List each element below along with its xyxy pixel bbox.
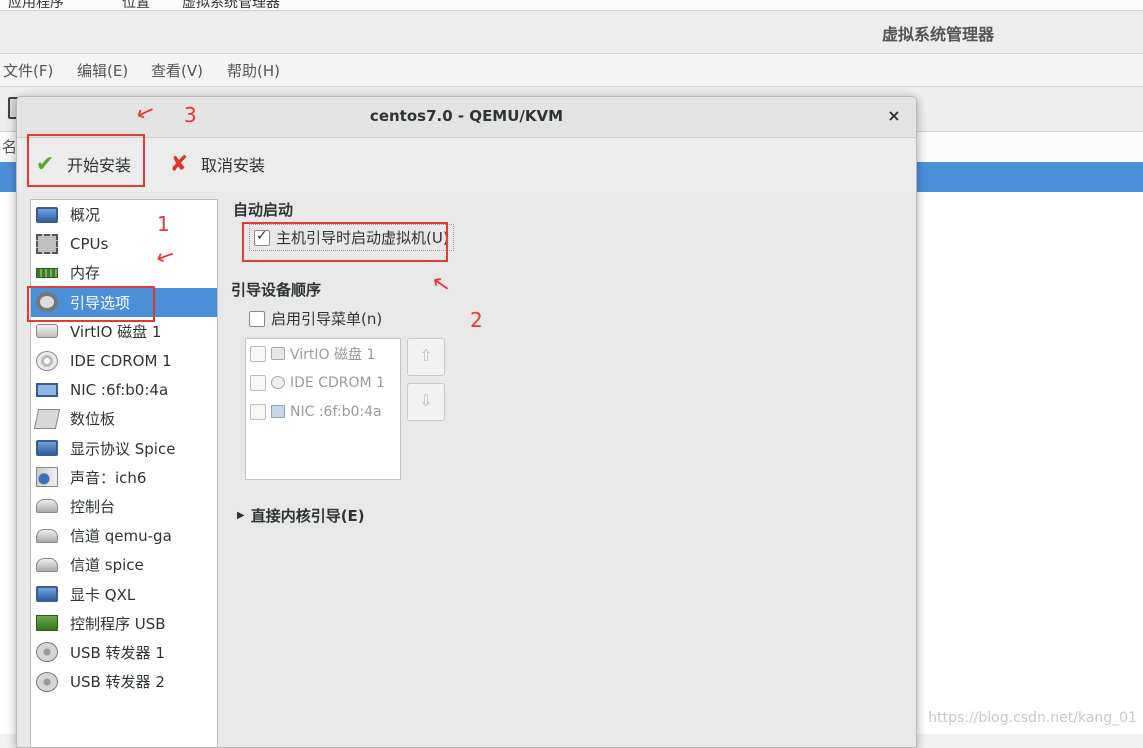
console-icon xyxy=(36,499,58,514)
move-up-button[interactable]: ⇧ xyxy=(407,338,445,376)
close-icon[interactable]: × xyxy=(884,106,904,126)
channel-icon xyxy=(36,528,58,543)
menu-edit[interactable]: 编辑(E) xyxy=(77,60,128,81)
sidebar-item-label: 控制台 xyxy=(70,497,116,516)
sidebar-item-label: 信道 spice xyxy=(70,556,144,575)
direct-kernel-boot-expander[interactable]: ▶ 直接内核引导(E) xyxy=(237,505,365,526)
sidebar-item-label: 概况 xyxy=(70,206,101,225)
annotation-box-start-install xyxy=(27,134,145,187)
cdrom-icon xyxy=(36,350,58,371)
sidebar-item-label: 声音：ich6 xyxy=(70,468,147,487)
boot-options-panel: 自动启动 主机引导时启动虚拟机(U) 引导设备顺序 启用引导菜单(n) Virt… xyxy=(231,199,901,739)
sidebar-item-console[interactable]: 控制台 xyxy=(31,492,217,521)
tablet-icon xyxy=(33,408,61,429)
sidebar-item-ide-cdrom[interactable]: IDE CDROM 1 xyxy=(31,346,217,375)
usb-icon xyxy=(36,642,58,663)
sidebar-item-channel-qemu-ga[interactable]: 信道 qemu-ga xyxy=(31,521,217,550)
sidebar-item-sound[interactable]: 声音：ich6 xyxy=(31,463,217,492)
sidebar-item-label: USB 转发器 1 xyxy=(70,643,165,662)
column-name-header[interactable]: 名 xyxy=(2,136,17,157)
cancel-installation-label: 取消安装 xyxy=(201,156,266,175)
sidebar-item-label: 显卡 QXL xyxy=(70,585,136,604)
memory-icon xyxy=(36,267,58,278)
video-card-icon xyxy=(36,586,58,603)
app-menu[interactable]: 虚拟系统管理器 xyxy=(182,0,280,10)
controller-icon xyxy=(36,615,58,632)
sidebar-item-label: 数位板 xyxy=(70,410,116,429)
sidebar-item-display-spice[interactable]: 显示协议 Spice xyxy=(31,434,217,463)
boot-device-checkbox[interactable] xyxy=(250,403,266,420)
boot-device-checkbox[interactable] xyxy=(250,345,266,362)
dialog-toolbar: ✔ 开始安装 ✘ 取消安装 xyxy=(17,138,916,192)
boot-device-label: IDE CDROM 1 xyxy=(290,374,385,391)
boot-device-checkbox[interactable] xyxy=(250,374,266,391)
sidebar-item-memory[interactable]: 内存 xyxy=(31,258,217,287)
boot-device-label: NIC :6f:b0:4a xyxy=(290,403,382,420)
sidebar-item-overview[interactable]: 概况 xyxy=(31,200,217,229)
main-window-titlebar: 虚拟系统管理器 xyxy=(0,11,1143,54)
menu-help[interactable]: 帮助(H) xyxy=(227,60,280,81)
nic-icon xyxy=(36,382,58,397)
boot-device-row[interactable]: NIC :6f:b0:4a xyxy=(246,397,400,426)
applications-menu[interactable]: 应用程序 xyxy=(8,0,64,10)
places-menu[interactable]: 位置 xyxy=(122,0,150,10)
sidebar-item-label: CPUs xyxy=(70,234,109,253)
sidebar-item-label: 内存 xyxy=(70,264,101,283)
annotation-box-boot-options xyxy=(27,286,155,322)
vm-details-dialog: centos7.0 - QEMU/KVM × ✔ 开始安装 ✘ 取消安装 概况 … xyxy=(16,96,917,748)
move-down-button[interactable]: ⇩ xyxy=(407,383,445,421)
monitor-icon xyxy=(36,206,58,223)
arrow-up-icon: ⇧ xyxy=(419,346,433,365)
boot-device-row[interactable]: IDE CDROM 1 xyxy=(246,368,400,397)
sidebar-item-label: 控制程序 USB xyxy=(70,614,166,633)
sidebar-item-label: 显示协议 Spice xyxy=(70,439,176,458)
sidebar-item-usb-redirector-2[interactable]: USB 转发器 2 xyxy=(31,667,217,696)
boot-device-row[interactable]: VirtIO 磁盘 1 xyxy=(246,339,400,368)
arrow-down-icon: ⇩ xyxy=(419,391,433,410)
menu-view[interactable]: 查看(V) xyxy=(151,60,203,81)
boot-order-heading: 引导设备顺序 xyxy=(231,281,322,299)
sidebar-item-label: 信道 qemu-ga xyxy=(70,527,172,546)
boot-device-list: VirtIO 磁盘 1 IDE CDROM 1 NIC :6f:b0:4a xyxy=(245,338,401,480)
sidebar-item-label: IDE CDROM 1 xyxy=(70,351,172,370)
annotation-number-3: 3 xyxy=(184,103,197,127)
cpu-icon xyxy=(36,233,58,254)
sidebar-item-cpus[interactable]: CPUs xyxy=(31,229,217,258)
autostart-heading: 自动启动 xyxy=(233,201,294,219)
cdrom-icon xyxy=(271,376,285,389)
sidebar-item-label: VirtIO 磁盘 1 xyxy=(70,322,162,341)
sidebar-item-nic[interactable]: NIC :6f:b0:4a xyxy=(31,375,217,404)
disk-icon xyxy=(271,347,285,360)
sidebar-item-channel-spice[interactable]: 信道 spice xyxy=(31,550,217,579)
usb-icon xyxy=(36,671,58,692)
sidebar-item-label: NIC :6f:b0:4a xyxy=(70,380,169,399)
disk-icon xyxy=(36,324,58,339)
sidebar-item-label: USB 转发器 2 xyxy=(70,673,165,692)
enable-boot-menu-checkbox[interactable]: 启用引导菜单(n) xyxy=(249,308,382,329)
cancel-installation-button[interactable]: ✘ 取消安装 xyxy=(167,148,265,180)
annotation-box-autostart xyxy=(242,222,448,262)
hardware-list: 概况 CPUs 内存 引导选项 VirtIO 磁盘 1 IDE CDROM 1 … xyxy=(30,199,218,747)
sound-icon xyxy=(36,467,58,488)
main-window-title: 虚拟系统管理器 xyxy=(881,25,994,44)
boot-device-label: VirtIO 磁盘 1 xyxy=(290,346,376,363)
watermark: https://blog.csdn.net/kang_01 xyxy=(928,710,1137,726)
sidebar-item-video-qxl[interactable]: 显卡 QXL xyxy=(31,579,217,608)
nic-icon xyxy=(271,405,285,418)
desktop-topbar: 应用程序 位置 虚拟系统管理器 xyxy=(0,0,1143,11)
enable-boot-menu-label: 启用引导菜单(n) xyxy=(271,310,383,328)
direct-kernel-boot-label: 直接内核引导(E) xyxy=(250,507,365,525)
enable-boot-menu-box[interactable] xyxy=(249,310,265,327)
menu-file[interactable]: 文件(F) xyxy=(3,60,53,81)
channel-icon xyxy=(36,557,58,572)
sidebar-item-tablet[interactable]: 数位板 xyxy=(31,404,217,433)
sidebar-item-usb-redirector-1[interactable]: USB 转发器 1 xyxy=(31,638,217,667)
display-icon xyxy=(36,440,58,457)
sidebar-item-usb-controller[interactable]: 控制程序 USB xyxy=(31,609,217,638)
main-menubar: 文件(F) 编辑(E) 查看(V) 帮助(H) xyxy=(0,54,1143,87)
annotation-number-2: 2 xyxy=(470,308,483,332)
expander-arrow-icon: ▶ xyxy=(237,510,245,521)
annotation-number-1: 1 xyxy=(157,212,170,236)
cross-icon: ✘ xyxy=(169,151,189,177)
